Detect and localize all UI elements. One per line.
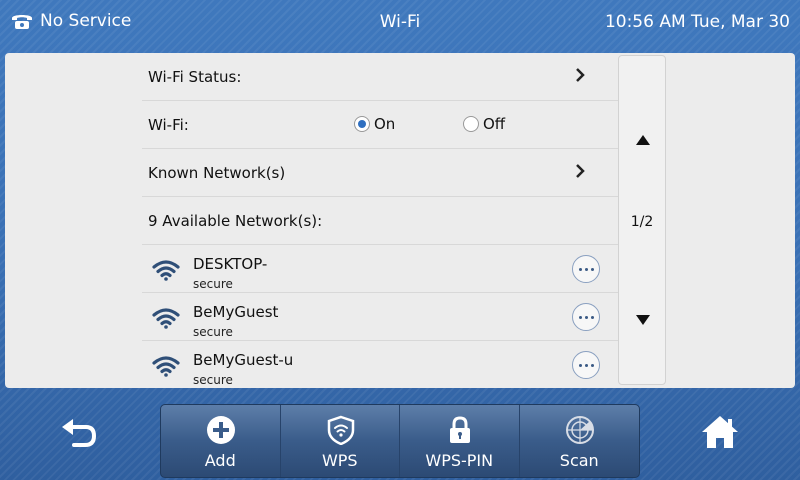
scan-label: Scan (559, 451, 599, 470)
chevron-right-icon (576, 164, 585, 178)
wifi-off-label: Off (483, 115, 506, 133)
network-name: BeMyGuest-u (193, 351, 294, 369)
scan-button[interactable]: Scan (520, 405, 640, 477)
network-security: secure (193, 325, 233, 339)
wifi-signal-icon (152, 356, 180, 377)
chevron-right-icon (576, 68, 585, 82)
wps-label: WPS (321, 451, 358, 470)
wifi-signal-icon (152, 308, 180, 329)
more-options-button[interactable] (572, 255, 600, 283)
wps-pin-label: WPS-PIN (425, 451, 494, 470)
available-networks-header: 9 Available Network(s): (142, 197, 622, 245)
wifi-on-label: On (374, 115, 396, 133)
status-bar: No Service Wi-Fi 10:56 AM Tue, Mar 30 (0, 0, 800, 46)
plus-circle-icon (207, 416, 235, 444)
more-options-button[interactable] (572, 351, 600, 379)
network-item[interactable]: BeMyGuest-u secure (142, 341, 622, 389)
wifi-toggle-row: Wi-Fi: On Off (142, 101, 622, 149)
network-name: BeMyGuest (193, 303, 279, 321)
add-button[interactable]: Add (161, 405, 281, 477)
network-item[interactable]: DESKTOP- secure (142, 245, 622, 293)
wifi-status-row[interactable]: Wi-Fi Status: (142, 53, 622, 101)
wifi-settings-panel: Wi-Fi Status: Wi-Fi: On Off Known Networ… (5, 53, 795, 388)
shield-wifi-icon (327, 415, 354, 445)
more-options-button[interactable] (572, 303, 600, 331)
network-name: DESKTOP- (193, 255, 268, 273)
network-security: secure (193, 373, 233, 387)
page-indicator: 1/2 (630, 214, 654, 230)
page-scroller: 1/2 (618, 55, 666, 385)
page-up-icon[interactable] (635, 134, 651, 146)
network-security: secure (193, 277, 233, 291)
wifi-on-radio[interactable] (354, 116, 370, 132)
wifi-status-label: Wi-Fi Status: (148, 68, 242, 86)
page-down-icon[interactable] (635, 314, 651, 326)
wps-pin-button[interactable]: WPS-PIN (400, 405, 520, 477)
softkey-bar: Add WPS WPS-PIN Scan (160, 404, 640, 478)
settings-list: Wi-Fi Status: Wi-Fi: On Off Known Networ… (142, 53, 622, 389)
lock-icon (450, 416, 470, 443)
wps-button[interactable]: WPS (281, 405, 400, 477)
known-networks-label: Known Network(s) (148, 164, 286, 182)
add-label: Add (204, 451, 236, 470)
available-networks-label: 9 Available Network(s): (148, 212, 323, 230)
home-icon[interactable] (700, 413, 740, 451)
wifi-on-option[interactable]: On (354, 115, 395, 133)
back-arrow-icon[interactable] (58, 415, 98, 451)
wifi-off-option[interactable]: Off (463, 115, 505, 133)
wifi-off-radio[interactable] (463, 116, 479, 132)
wifi-signal-icon (152, 260, 180, 281)
known-networks-row[interactable]: Known Network(s) (142, 149, 622, 197)
datetime-label: 10:56 AM Tue, Mar 30 (604, 12, 790, 32)
network-item[interactable]: BeMyGuest secure (142, 293, 622, 341)
wifi-label: Wi-Fi: (148, 116, 189, 134)
radar-icon (565, 416, 594, 444)
